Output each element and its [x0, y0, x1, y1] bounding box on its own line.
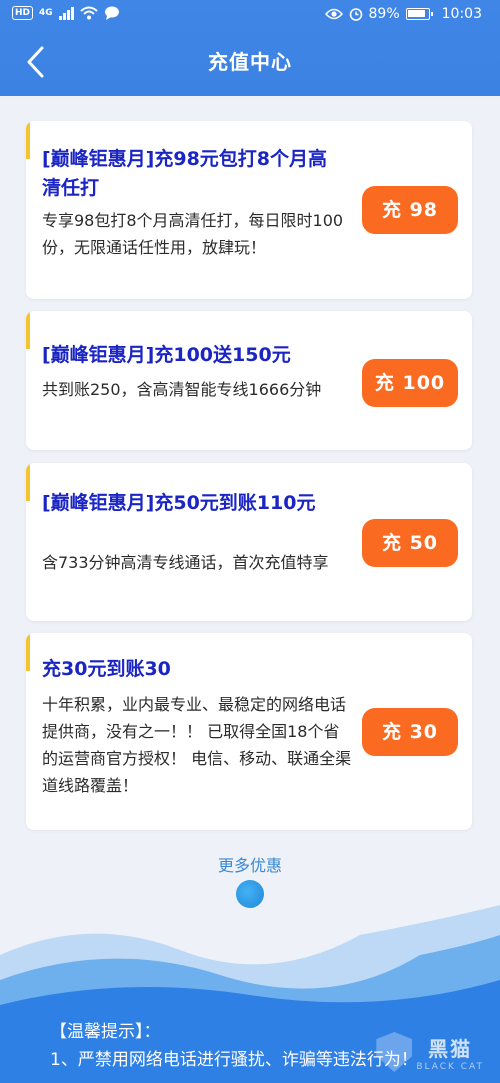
network-type: 4G — [39, 8, 53, 18]
charge-30-button[interactable]: 充 30 — [362, 708, 458, 756]
status-bar: HD 4G 89% 10:03 — [0, 0, 500, 30]
offer-card: 充30元到账30 十年积累，业内最专业、最稳定的网络电话提供商，没有之一！！ 已… — [26, 633, 472, 830]
charge-100-button[interactable]: 充 100 — [362, 359, 458, 407]
offer-description: 专享98包打8个月高清任打，每日限时100份，无限通话任性用，放肆玩！ — [42, 211, 344, 257]
offer-description: 十年积累，业内最专业、最稳定的网络电话提供商，没有之一！！ 已取得全国18个省的… — [42, 695, 352, 795]
signal-icon — [58, 6, 74, 20]
offer-title: 充30元到账30 — [42, 658, 171, 680]
offer-title: [巅峰钜惠月]充50元到账110元 — [42, 492, 316, 514]
clock-time: 10:03 — [441, 6, 482, 22]
battery-icon — [405, 8, 433, 20]
card-accent-bar — [26, 311, 30, 349]
offer-card: [巅峰钜惠月]充98元包打8个月高清任打 专享98包打8个月高清任打，每日限时1… — [26, 121, 472, 299]
eye-icon — [324, 8, 343, 20]
offer-card: [巅峰钜惠月]充100送150元 共到账250，含高清智能专线1666分钟 充 … — [26, 311, 472, 450]
card-accent-bar — [26, 633, 30, 671]
offer-title: [巅峰钜惠月]充100送150元 — [42, 344, 291, 366]
offer-description: 含733分钟高清专线通话，首次充值特享 — [42, 553, 329, 572]
watermark-en: BLACK CAT — [416, 1061, 484, 1072]
watermark-logo: 黑猫 BLACK CAT — [376, 1032, 484, 1072]
offer-title: [巅峰钜惠月]充98元包打8个月高清任打 — [42, 148, 328, 199]
offer-description: 共到账250，含高清智能专线1666分钟 — [42, 380, 322, 399]
page-title: 充值中心 — [208, 50, 292, 74]
alarm-icon — [349, 8, 362, 21]
battery-percent: 89% — [368, 6, 400, 22]
charge-98-button[interactable]: 充 98 — [362, 186, 458, 234]
wifi-icon — [80, 6, 98, 20]
watermark-cn: 黑猫 — [428, 1036, 473, 1061]
chat-icon — [104, 6, 119, 20]
hd-badge-icon: HD — [12, 6, 34, 20]
app-header: HD 4G 89% 10:03 充值中心 — [0, 0, 500, 96]
card-accent-bar — [26, 463, 30, 501]
offer-card: [巅峰钜惠月]充50元到账110元 含733分钟高清专线通话，首次充值特享 充 … — [26, 463, 472, 621]
more-offers-link[interactable]: 更多优惠 — [0, 852, 500, 876]
shield-icon — [376, 1032, 413, 1072]
charge-50-button[interactable]: 充 50 — [362, 519, 458, 567]
card-accent-bar — [26, 121, 30, 159]
